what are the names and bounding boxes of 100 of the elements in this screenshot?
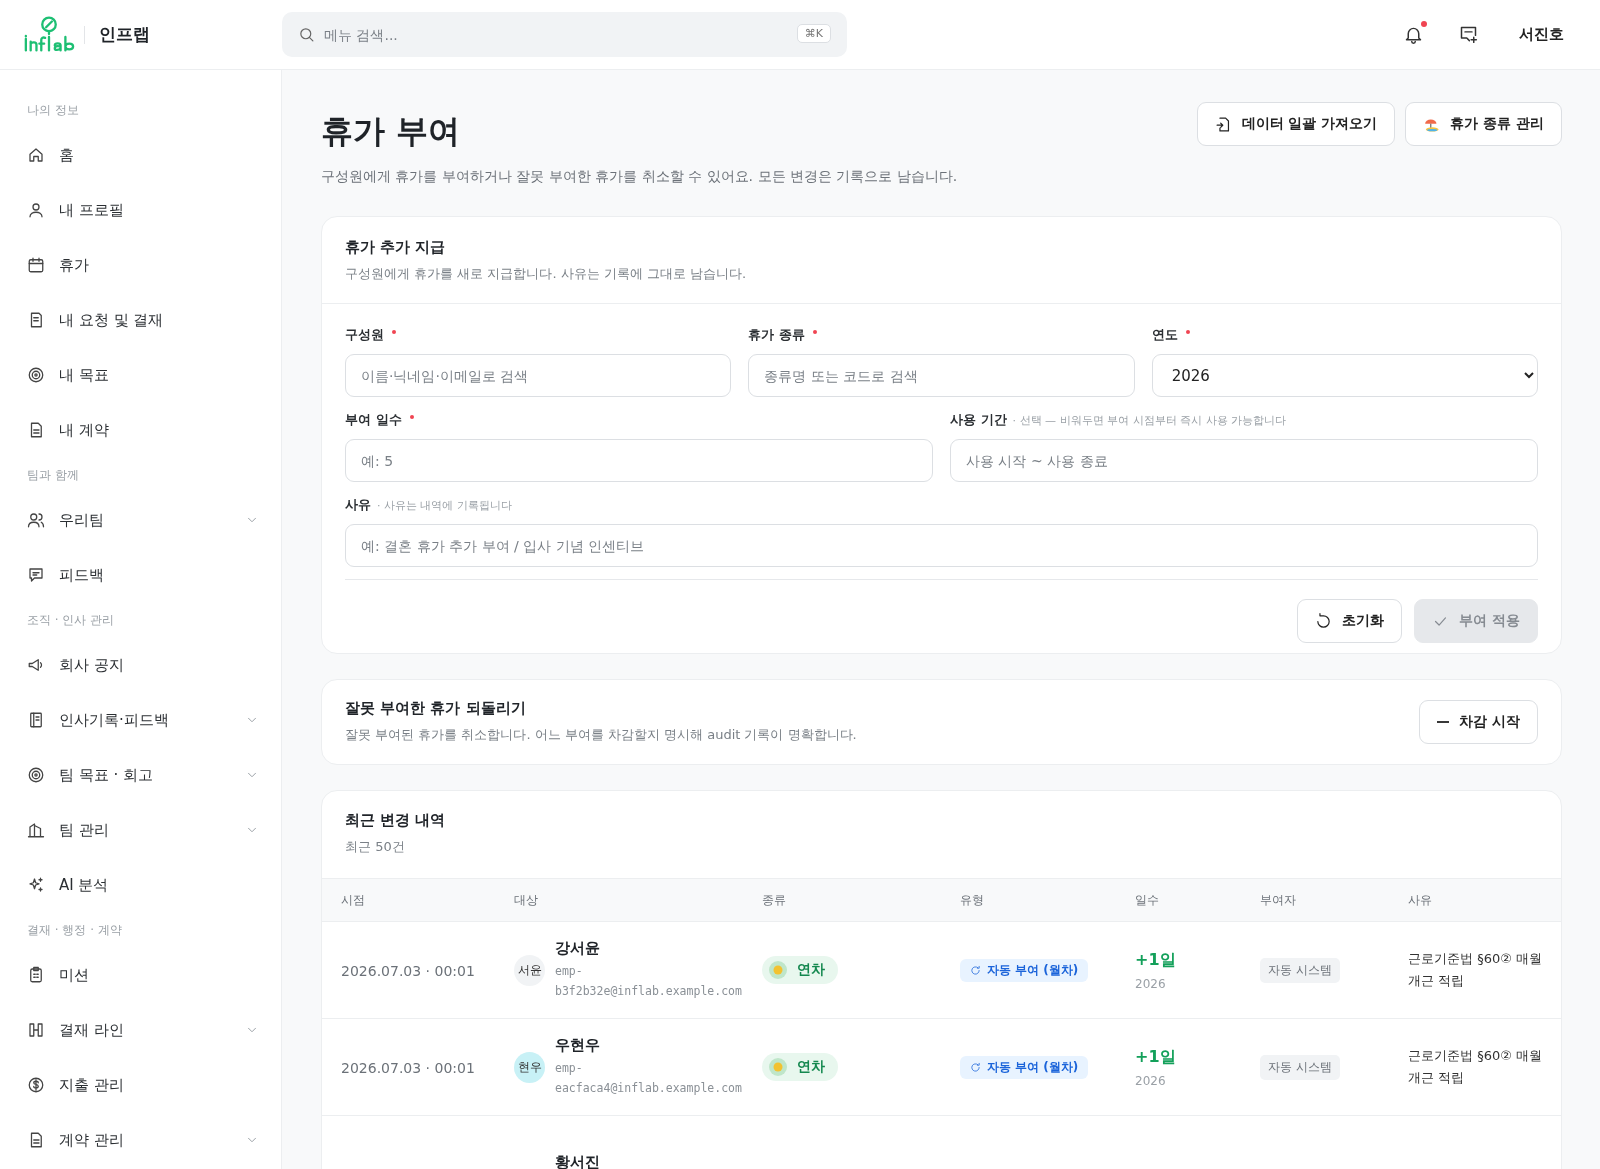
avatar: 서윤 [514, 954, 545, 986]
leave-type-tag: 연차 [762, 1053, 838, 1081]
nav-item[interactable]: 내 계약 [27, 412, 259, 448]
action-button[interactable]: 휴가 종류 관리 [1405, 102, 1562, 146]
flow-icon [27, 1021, 45, 1039]
column-header: 종류 [762, 891, 787, 909]
reset-button[interactable]: 초기화 [1297, 599, 1403, 643]
nav-item[interactable]: 인사기록·피드백 [27, 702, 259, 738]
column-header: 대상 [514, 891, 539, 909]
field-hint: · 사유는 내역에 기록됩니다 [377, 498, 512, 513]
building-icon [27, 821, 45, 839]
input-field[interactable]: 예: 5 [345, 439, 933, 482]
refresh-icon [970, 964, 981, 976]
section-heading: 팀과 함께 [27, 467, 80, 484]
nav-item[interactable]: 홈 [27, 137, 259, 173]
column-header: 유형 [960, 891, 985, 909]
field-label: 연도 [1151, 326, 1178, 344]
action-button[interactable]: 데이터 일괄 가져오기 [1196, 102, 1396, 146]
nav-item[interactable]: 휴가 [27, 247, 259, 283]
column-header: 일수 [1135, 891, 1160, 909]
shortcut-key: ⌘K [796, 24, 831, 43]
leave-type-tag: 연차 [762, 956, 838, 984]
speech-bubble-icon [27, 566, 45, 584]
speech-bubble-plus-icon [1458, 24, 1479, 45]
nav-item[interactable]: 팀 목표 · 회고 [27, 757, 259, 793]
card-subtitle: 잘못 부여된 휴가를 취소합니다. 어느 부여를 차감할지 명시해 audit 기록이 명확합니다. [345, 726, 857, 744]
card-title: 잘못 부여한 휴가 되돌리기 [345, 699, 527, 718]
page-title: 휴가 부여 [321, 111, 462, 152]
person-email: emp-b3f2b32e@inflab.example.com [555, 963, 743, 1000]
person-name: 황서진 [555, 1153, 600, 1169]
days-value: +1일 [1135, 1046, 1177, 1068]
person-email: emp-eacfaca4@inflab.example.com [555, 1060, 743, 1097]
dollar-icon [27, 1076, 45, 1094]
sparkle-icon [27, 876, 45, 894]
target-icon [27, 366, 45, 384]
card-title: 최근 변경 내역 [345, 811, 447, 830]
reason-text: 근로기준법 §60② 매월 개근 적립 [1408, 950, 1543, 990]
nav-item[interactable]: 팀 관리 [27, 812, 259, 848]
nav-item[interactable]: 우리팀 [27, 502, 259, 538]
person-icon [27, 201, 45, 219]
nav-item[interactable]: 결재 라인 [27, 1012, 259, 1048]
grant-type-tag: 자동 부여 (월차) [960, 1055, 1089, 1079]
nav-item[interactable]: 계약 관리 [27, 1122, 259, 1158]
year-text: 2026 [1135, 976, 1167, 991]
reset-icon [1315, 612, 1333, 630]
card-subtitle: 최근 50건 [345, 838, 406, 856]
clipboard-icon [27, 966, 45, 984]
megaphone-icon [27, 656, 45, 674]
granter-tag: 자동 시스템 [1260, 957, 1340, 983]
nav-item[interactable]: 내 요청 및 결재 [27, 302, 259, 338]
reason-text: 근로기준법 §60② 매월 개근 적립 [1408, 1047, 1543, 1087]
column-header: 부여자 [1260, 891, 1297, 909]
granter-tag: 자동 시스템 [1260, 1054, 1340, 1080]
input-field[interactable]: 종류명 또는 코드로 검색 [748, 354, 1135, 397]
grant-type-tag: 자동 부여 (월차) [960, 958, 1089, 982]
section-heading: 결재 · 행정 · 계약 [27, 922, 123, 939]
days-value: +1일 [1135, 949, 1177, 971]
calendar-icon [27, 256, 45, 274]
brand-name: 인프랩 [99, 23, 150, 46]
input-field[interactable]: 사용 시작 ~ 사용 종료 [950, 439, 1538, 482]
sun-icon [768, 960, 788, 980]
refresh-icon [970, 1061, 981, 1073]
book-icon [27, 711, 45, 729]
field-label: 부여 일수 [345, 411, 402, 429]
section-heading: 나의 정보 [27, 102, 80, 119]
person-name: 우현우 [555, 1036, 601, 1055]
target-icon [27, 766, 45, 784]
card-subtitle: 구성원에게 휴가를 새로 지급합니다. 사유는 기록에 그대로 남습니다. [345, 265, 748, 283]
deduct-button[interactable]: 차감 시작 [1419, 699, 1538, 744]
user-menu[interactable]: 서진호 [1513, 24, 1570, 45]
person-name: 강서윤 [555, 939, 601, 958]
search-icon [298, 26, 315, 43]
field-label: 휴가 종류 [748, 326, 805, 344]
nav-item[interactable]: AI 분석 [27, 867, 259, 903]
year-text: 2026 [1135, 1073, 1167, 1088]
nav-item[interactable]: 내 목표 [27, 357, 259, 393]
field-hint: · 선택 — 비워두면 부여 시점부터 즉시 사용 가능합니다 [1012, 413, 1286, 428]
minus-icon [1437, 720, 1450, 723]
home-icon [27, 146, 45, 164]
field-label: 사유 [345, 496, 371, 514]
column-header: 사유 [1408, 891, 1433, 909]
nav-item[interactable]: 지출 관리 [27, 1067, 259, 1103]
column-header: 시점 [341, 891, 366, 909]
field-label: 사용 기간 [950, 411, 1007, 429]
field-label: 구성원 [345, 326, 384, 344]
input-field[interactable]: 이름·닉네임·이메일로 검색 [345, 354, 732, 397]
nav-item[interactable]: 회사 공지 [27, 647, 259, 683]
sun-icon [768, 1057, 788, 1077]
nav-item[interactable]: 미션 [27, 957, 259, 993]
people-icon [27, 511, 45, 529]
year-select[interactable]: 2026 [1151, 354, 1538, 397]
section-heading: 조직 · 인사 관리 [27, 612, 116, 629]
page-description: 구성원에게 휴가를 부여하거나 잘못 부여한 휴가를 취소할 수 있어요. 모든 변경은 기록으로 남습니다. [321, 168, 958, 186]
input-field[interactable]: 예: 결혼 휴가 추가 부여 / 입사 기념 인센티브 [345, 524, 1538, 567]
nav-item[interactable]: 피드백 [27, 557, 259, 593]
card-title: 휴가 추가 지급 [345, 238, 447, 257]
import-file-icon [1214, 115, 1232, 133]
nav-item[interactable]: 내 프로필 [27, 192, 259, 228]
table-cell: 2026.07.03 · 00:01 [341, 962, 475, 979]
table-cell: 2026.07.03 · 00:01 [341, 1059, 475, 1076]
